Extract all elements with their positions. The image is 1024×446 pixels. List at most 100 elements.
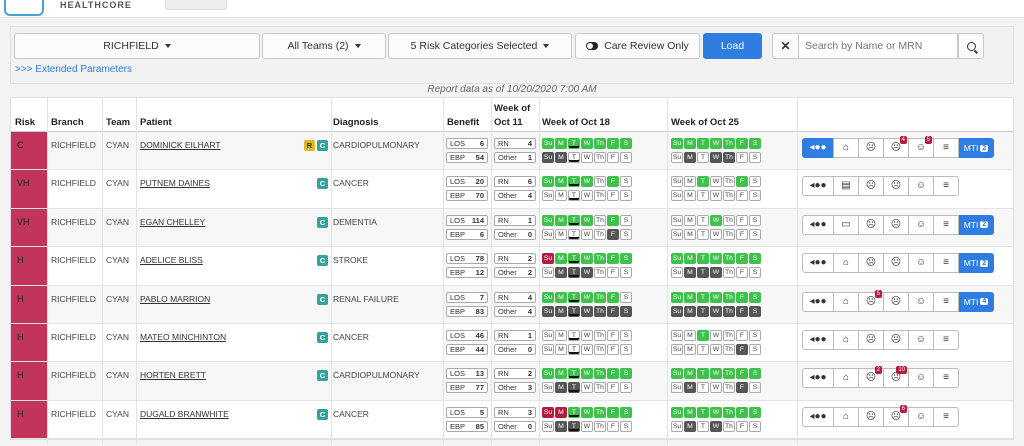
- day-cell[interactable]: W: [581, 382, 593, 394]
- home-button[interactable]: ⌂: [833, 406, 859, 427]
- day-cell[interactable]: S: [749, 343, 761, 355]
- day-cell[interactable]: F: [607, 176, 619, 188]
- assessment-button[interactable]: ☹: [858, 406, 884, 427]
- day-cell[interactable]: F: [736, 228, 748, 240]
- day-cell[interactable]: S: [620, 214, 632, 226]
- day-cell[interactable]: M: [684, 368, 696, 380]
- day-cell[interactable]: W: [581, 138, 593, 149]
- notes-button[interactable]: ◂●●: [802, 176, 834, 197]
- assessment-button[interactable]: ☹: [883, 176, 909, 197]
- day-cell[interactable]: Su: [671, 406, 683, 418]
- day-cell[interactable]: Su: [671, 176, 683, 188]
- day-cell[interactable]: F: [736, 267, 748, 279]
- day-cell[interactable]: S: [749, 176, 761, 188]
- assessment-button[interactable]: ☹: [858, 138, 884, 158]
- day-cell[interactable]: Su: [671, 343, 683, 355]
- day-cell[interactable]: W: [710, 343, 722, 355]
- day-cell[interactable]: W: [581, 406, 593, 418]
- day-cell[interactable]: Th: [594, 406, 606, 418]
- day-cell[interactable]: T: [568, 214, 580, 226]
- day-cell[interactable]: Su: [671, 190, 683, 202]
- day-cell[interactable]: S: [749, 420, 761, 432]
- day-cell[interactable]: F: [736, 253, 748, 265]
- day-cell[interactable]: F: [607, 228, 619, 240]
- day-cell[interactable]: M: [684, 138, 696, 149]
- day-cell[interactable]: F: [607, 368, 619, 380]
- day-cell[interactable]: T: [697, 382, 709, 394]
- patient-name-link[interactable]: PABLO MARRION: [140, 294, 210, 304]
- day-cell[interactable]: Su: [671, 382, 683, 394]
- day-cell[interactable]: S: [749, 228, 761, 240]
- day-cell[interactable]: W: [581, 228, 593, 240]
- day-cell[interactable]: F: [736, 406, 748, 418]
- day-cell[interactable]: M: [555, 305, 567, 317]
- patient-name-link[interactable]: DOMINICK EILHART: [140, 140, 221, 150]
- col-risk[interactable]: Risk: [15, 117, 35, 128]
- assessment-button[interactable]: ☹: [858, 214, 884, 235]
- day-cell[interactable]: T: [697, 420, 709, 432]
- day-cell[interactable]: Su: [671, 152, 683, 163]
- day-cell[interactable]: F: [736, 138, 748, 149]
- day-cell[interactable]: M: [555, 138, 567, 149]
- day-cell[interactable]: S: [620, 152, 632, 163]
- day-cell[interactable]: S: [749, 267, 761, 279]
- header-tab[interactable]: [165, 0, 227, 10]
- day-cell[interactable]: M: [555, 329, 567, 341]
- day-cell[interactable]: W: [710, 138, 722, 149]
- day-cell[interactable]: M: [684, 176, 696, 188]
- day-cell[interactable]: S: [749, 253, 761, 265]
- day-cell[interactable]: W: [581, 152, 593, 163]
- day-cell[interactable]: W: [710, 190, 722, 202]
- day-cell[interactable]: M: [555, 228, 567, 240]
- day-cell[interactable]: Th: [723, 406, 735, 418]
- day-cell[interactable]: F: [736, 420, 748, 432]
- day-cell[interactable]: Th: [594, 329, 606, 341]
- assessment-button[interactable]: ☹ 2: [858, 366, 884, 389]
- table-row[interactable]: H RICHFIELD CYAN HORTEN ERETT C CARDIOPULMONA…: [11, 362, 1013, 401]
- col-patient[interactable]: Patient: [140, 117, 172, 128]
- assessment-button[interactable]: ☹ 10: [883, 366, 909, 389]
- patient-name-link[interactable]: MATEO MINCHINTON: [140, 332, 226, 342]
- day-cell[interactable]: S: [749, 138, 761, 149]
- day-cell[interactable]: T: [568, 228, 580, 240]
- day-cell[interactable]: Th: [594, 214, 606, 226]
- day-cell[interactable]: W: [581, 291, 593, 303]
- day-cell[interactable]: Th: [723, 305, 735, 317]
- day-cell[interactable]: Su: [542, 406, 554, 418]
- day-cell[interactable]: F: [736, 190, 748, 202]
- branch-dropdown[interactable]: RICHFIELD: [14, 33, 260, 59]
- assessment-button[interactable]: ☺: [908, 406, 934, 427]
- day-cell[interactable]: Th: [594, 152, 606, 163]
- day-cell[interactable]: W: [710, 329, 722, 341]
- day-cell[interactable]: F: [736, 382, 748, 394]
- day-cell[interactable]: S: [620, 267, 632, 279]
- day-cell[interactable]: W: [710, 305, 722, 317]
- day-cell[interactable]: W: [710, 291, 722, 303]
- day-cell[interactable]: S: [620, 291, 632, 303]
- day-cell[interactable]: T: [697, 138, 709, 149]
- day-cell[interactable]: M: [555, 214, 567, 226]
- day-cell[interactable]: Su: [542, 329, 554, 341]
- notes-button[interactable]: ◂●●: [802, 291, 834, 312]
- day-cell[interactable]: T: [697, 214, 709, 226]
- day-cell[interactable]: S: [620, 190, 632, 202]
- search-button[interactable]: [958, 33, 984, 59]
- day-cell[interactable]: Th: [723, 420, 735, 432]
- day-cell[interactable]: T: [568, 368, 580, 380]
- day-cell[interactable]: Th: [723, 253, 735, 265]
- assessment-button[interactable]: ☹: [858, 329, 884, 350]
- notes-button[interactable]: ◂●●: [802, 138, 834, 158]
- day-cell[interactable]: M: [555, 406, 567, 418]
- teams-dropdown[interactable]: All Teams (2): [262, 33, 386, 59]
- assessment-button[interactable]: ☹ 6: [883, 404, 909, 427]
- day-cell[interactable]: Th: [723, 228, 735, 240]
- patient-name-link[interactable]: HORTEN ERETT: [140, 370, 206, 380]
- medication-button[interactable]: ≡: [933, 253, 959, 274]
- notes-button[interactable]: ◂●●: [802, 253, 834, 274]
- day-cell[interactable]: T: [697, 228, 709, 240]
- day-cell[interactable]: F: [607, 291, 619, 303]
- day-cell[interactable]: W: [581, 368, 593, 380]
- day-cell[interactable]: M: [684, 420, 696, 432]
- day-cell[interactable]: T: [697, 176, 709, 188]
- day-cell[interactable]: M: [555, 152, 567, 163]
